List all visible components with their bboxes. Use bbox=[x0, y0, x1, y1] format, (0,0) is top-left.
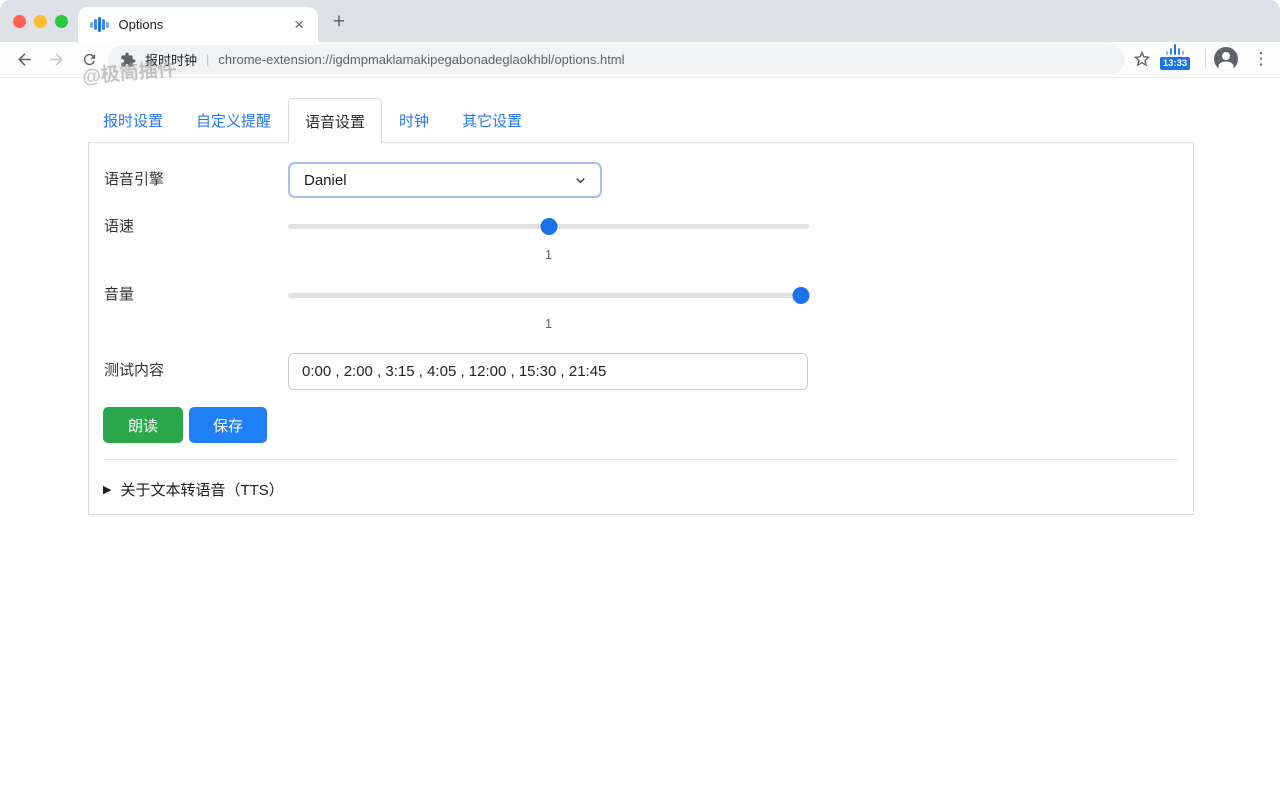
address-bar[interactable]: 报时时钟 | chrome-extension://igdmpmaklamaki… bbox=[108, 45, 1125, 74]
test-content-input[interactable] bbox=[288, 353, 808, 390]
tab-close-icon[interactable]: × bbox=[292, 16, 306, 33]
waveform-favicon-icon bbox=[90, 17, 109, 33]
volume-slider[interactable] bbox=[288, 285, 809, 305]
new-tab-button[interactable]: + bbox=[326, 9, 352, 35]
save-button[interactable]: 保存 bbox=[189, 407, 267, 443]
window-controls bbox=[13, 15, 68, 28]
tab-clock[interactable]: 时钟 bbox=[399, 98, 429, 143]
forward-button[interactable] bbox=[44, 47, 68, 71]
tab-other-settings[interactable]: 其它设置 bbox=[462, 98, 522, 143]
person-icon bbox=[1214, 47, 1238, 71]
chevron-down-icon bbox=[573, 173, 588, 188]
url-text: chrome-extension://igdmpmaklamakipegabon… bbox=[218, 52, 1113, 67]
about-tts-disclosure[interactable]: ▶ 关于文本转语音（TTS） bbox=[103, 479, 284, 500]
window-zoom-button[interactable] bbox=[55, 15, 68, 28]
disclosure-triangle-icon: ▶ bbox=[103, 483, 111, 496]
tab-custom-reminder[interactable]: 自定义提醒 bbox=[196, 98, 271, 143]
settings-tab-bar: 报时设置 自定义提醒 语音设置 时钟 其它设置 bbox=[103, 98, 555, 143]
equalizer-bars-icon bbox=[1160, 44, 1190, 55]
panel-divider bbox=[104, 459, 1178, 460]
voice-engine-label: 语音引擎 bbox=[104, 170, 164, 190]
star-outline-icon bbox=[1132, 49, 1152, 69]
speech-rate-label: 语速 bbox=[104, 217, 134, 237]
voice-settings-panel: 语音引擎 Daniel 语速 1 音量 1 测试内容 朗读 保存 bbox=[88, 142, 1194, 515]
extension-time-badge: 13:33 bbox=[1160, 57, 1190, 70]
slider-track[interactable] bbox=[288, 293, 809, 298]
volume-label: 音量 bbox=[104, 285, 134, 305]
toolbar-divider bbox=[1205, 50, 1206, 69]
browser-window: Options × + 报时时钟 | chrome-extension://ig… bbox=[0, 0, 1280, 800]
speech-rate-slider[interactable] bbox=[288, 216, 809, 236]
browser-menu-button[interactable]: ⋮ bbox=[1250, 47, 1272, 71]
test-content-label: 测试内容 bbox=[104, 361, 164, 381]
forward-arrow-icon bbox=[47, 50, 66, 69]
read-aloud-button[interactable]: 朗读 bbox=[103, 407, 183, 443]
window-minimize-button[interactable] bbox=[34, 15, 47, 28]
window-close-button[interactable] bbox=[13, 15, 26, 28]
slider-thumb[interactable] bbox=[793, 287, 810, 304]
profile-avatar[interactable] bbox=[1214, 47, 1238, 71]
voice-engine-value: Daniel bbox=[304, 172, 573, 189]
bookmark-star-button[interactable] bbox=[1132, 49, 1152, 69]
reload-button[interactable] bbox=[77, 47, 101, 71]
volume-value: 1 bbox=[288, 316, 809, 331]
url-separator: | bbox=[206, 52, 209, 67]
tab-chime-settings[interactable]: 报时设置 bbox=[103, 98, 163, 143]
back-arrow-icon bbox=[15, 50, 34, 69]
reload-icon bbox=[81, 51, 98, 68]
voice-engine-select[interactable]: Daniel bbox=[288, 162, 602, 198]
back-button[interactable] bbox=[12, 47, 36, 71]
about-tts-label: 关于文本转语音（TTS） bbox=[120, 479, 283, 500]
clock-extension-toolbar-button[interactable]: 13:33 bbox=[1160, 44, 1190, 72]
options-page: 报时设置 自定义提醒 语音设置 时钟 其它设置 语音引擎 Daniel 语速 1… bbox=[0, 79, 1280, 800]
extension-name-label: 报时时钟 bbox=[145, 50, 197, 69]
slider-thumb[interactable] bbox=[540, 218, 557, 235]
tab-title: Options bbox=[119, 17, 293, 32]
tab-strip: Options × + bbox=[0, 0, 1280, 42]
browser-tab-options[interactable]: Options × bbox=[78, 7, 318, 42]
extension-puzzle-icon[interactable] bbox=[120, 52, 136, 68]
speech-rate-value: 1 bbox=[288, 247, 809, 262]
tab-voice-settings[interactable]: 语音设置 bbox=[288, 98, 382, 143]
